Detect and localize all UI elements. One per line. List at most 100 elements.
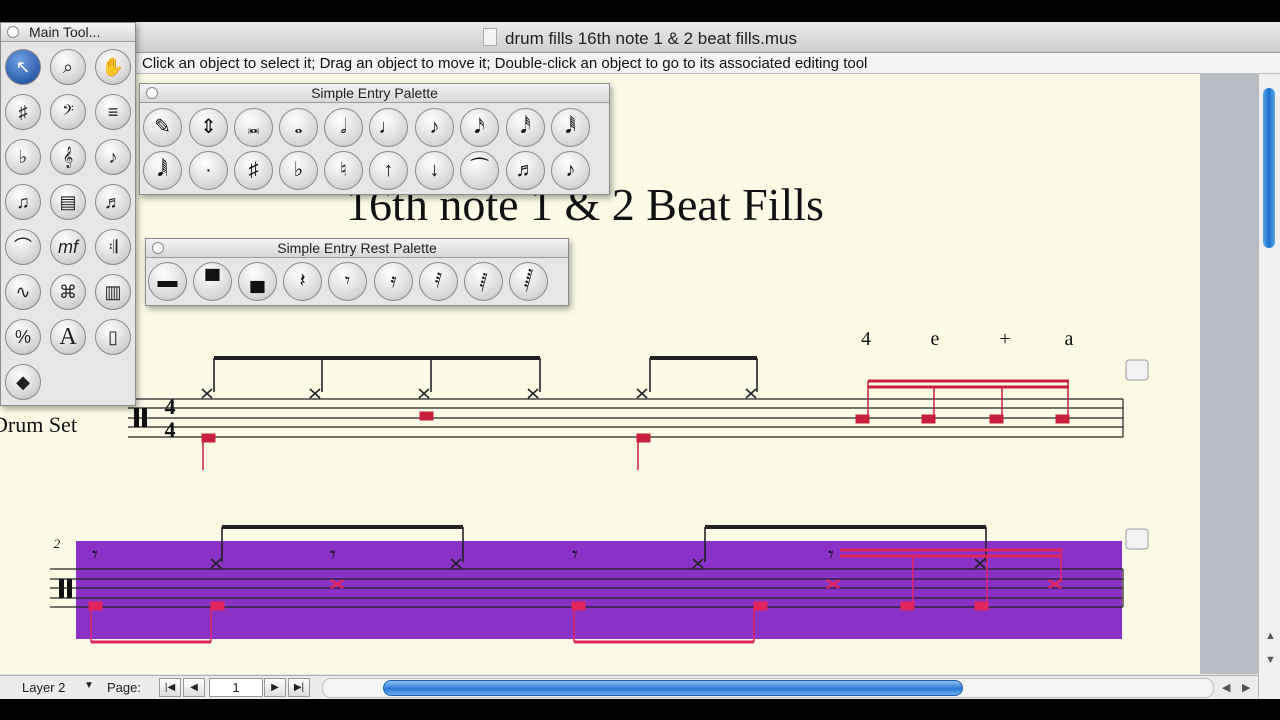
- repeat-tool-icon[interactable]: 𝄇: [95, 229, 131, 265]
- previous-page-button[interactable]: ◀: [183, 678, 205, 697]
- time-signature-top[interactable]: 4: [165, 394, 176, 419]
- instrument-name[interactable]: Drum Set: [0, 412, 77, 437]
- last-page-button[interactable]: ▶|: [288, 678, 310, 697]
- measure-number-tool-icon[interactable]: ▥: [95, 274, 131, 310]
- dot-icon[interactable]: ·: [189, 151, 228, 190]
- selection-tool-icon[interactable]: ↖: [5, 49, 41, 85]
- eighth-rest-icon[interactable]: 𝄾: [328, 262, 367, 301]
- chord-tool-icon[interactable]: ∿: [5, 274, 41, 310]
- staff-tool-icon[interactable]: ≡: [95, 94, 131, 130]
- clef-tool-icon[interactable]: 𝄢: [50, 94, 86, 130]
- simple-entry-palette[interactable]: Simple Entry Palette ✎ ⇕ 𝅜 𝅝 𝅗𝅥 ♩ ♪ 𝅘𝅥𝅯 …: [139, 83, 610, 195]
- scroll-up-arrow-icon[interactable]: ▲: [1265, 630, 1276, 642]
- grace-note-icon[interactable]: ♪: [551, 151, 590, 190]
- thirty-second-note-icon[interactable]: 𝅘𝅥𝅰: [506, 108, 545, 147]
- note-mover-icon[interactable]: ♪: [95, 139, 131, 175]
- horizontal-scroll-thumb[interactable]: [383, 680, 963, 696]
- percent-tool-icon[interactable]: %: [5, 319, 41, 355]
- close-icon[interactable]: [146, 87, 158, 99]
- flip-icon[interactable]: ⇕: [189, 108, 228, 147]
- 128th-note-icon[interactable]: 𝅘𝅥𝅲: [143, 151, 182, 190]
- scroll-down-arrow-icon[interactable]: ▼: [1265, 654, 1276, 666]
- horizontal-scrollbar[interactable]: [322, 678, 1214, 698]
- time-signature-bottom[interactable]: 4: [165, 417, 176, 442]
- main-tool-palette[interactable]: Main Tool... ↖ ⌕ ✋ ♯ 𝄢 ≡ ♭ 𝄞 ♪ ♫ ▤ ♬ ⌒ m…: [0, 22, 136, 406]
- page-label: Page:: [107, 680, 141, 695]
- count-label: a: [1065, 328, 1074, 350]
- measure-handle-icon[interactable]: [1125, 359, 1149, 381]
- thirty-second-rest-icon[interactable]: 𝅀: [419, 262, 458, 301]
- half-step-down-icon[interactable]: ↓: [415, 151, 454, 190]
- scroll-left-arrow-icon[interactable]: ◀: [1222, 681, 1230, 694]
- quarter-note-icon[interactable]: ♩: [369, 108, 408, 147]
- bottom-bar: Layer 2 ▼ Page: |◀ ◀ 1 ▶ ▶| ◀ ▶: [0, 675, 1258, 699]
- time-signature-tool-icon[interactable]: ♭: [5, 139, 41, 175]
- simple-entry-rest-palette[interactable]: Simple Entry Rest Palette ▬ ▀ ▄ 𝄽 𝄾 𝄿 𝅀 …: [145, 238, 569, 306]
- measure-number: 2: [54, 536, 61, 551]
- vertical-scrollbar[interactable]: ▲ ▼: [1258, 74, 1280, 699]
- simple-entry-palette-title: Simple Entry Palette: [311, 85, 438, 101]
- page-layout-tool-icon[interactable]: ▯: [95, 319, 131, 355]
- half-step-up-icon[interactable]: ↑: [369, 151, 408, 190]
- measure-handle-icon[interactable]: [1125, 528, 1149, 550]
- sixteenth-rest-icon[interactable]: 𝄿: [374, 262, 413, 301]
- title-bar[interactable]: drum fills 16th note 1 & 2 beat fills.mu…: [0, 22, 1280, 53]
- main-tools-title: Main Tool...: [29, 24, 101, 40]
- natural-icon[interactable]: ♮: [324, 151, 363, 190]
- tuplet-entry-icon[interactable]: ♬: [506, 151, 545, 190]
- simple-entry-rest-palette-title: Simple Entry Rest Palette: [277, 240, 437, 256]
- double-whole-note-icon[interactable]: 𝅜: [234, 108, 273, 147]
- count-label: e: [931, 328, 940, 350]
- scroll-right-arrow-icon[interactable]: ▶: [1242, 681, 1250, 694]
- message-bar: Click an object to select it; Drag an ob…: [0, 53, 1280, 74]
- quarter-rest-icon[interactable]: 𝄽: [283, 262, 322, 301]
- layer-select[interactable]: Layer 2: [22, 680, 65, 695]
- percussion-clef[interactable]: [59, 579, 64, 598]
- expression-tool-icon[interactable]: mf: [50, 229, 86, 265]
- zoom-tool-icon[interactable]: ⌕: [50, 49, 86, 85]
- articulation-tool-icon[interactable]: ♬: [95, 184, 131, 220]
- staff-system-1[interactable]: 4 4 4 e + a: [128, 328, 1149, 470]
- page-number-input[interactable]: 1: [209, 678, 263, 697]
- sharp-icon[interactable]: ♯: [234, 151, 273, 190]
- close-icon[interactable]: [7, 26, 19, 38]
- first-page-button[interactable]: |◀: [159, 678, 181, 697]
- measure-tool-icon[interactable]: 𝄞: [50, 139, 86, 175]
- resize-tool-icon[interactable]: ▤: [50, 184, 86, 220]
- next-page-button[interactable]: ▶: [264, 678, 286, 697]
- staff-system-2[interactable]: 2 𝄾 𝄾 𝄾 𝄾: [50, 525, 1149, 644]
- half-note-icon[interactable]: 𝅗𝅥: [324, 108, 363, 147]
- half-rest-icon[interactable]: ▄: [238, 262, 277, 301]
- whole-rest-icon[interactable]: ▀: [193, 262, 232, 301]
- tuplet-tool-icon[interactable]: ♫: [5, 184, 41, 220]
- hihat-notes-1[interactable]: [201, 356, 758, 399]
- close-icon[interactable]: [152, 242, 164, 254]
- eighth-note-icon[interactable]: ♪: [415, 108, 454, 147]
- sixteenth-note-icon[interactable]: 𝅘𝅥𝅯: [460, 108, 499, 147]
- text-tool-icon[interactable]: A: [50, 319, 86, 355]
- vertical-scroll-thumb[interactable]: [1263, 88, 1275, 248]
- document-icon: [483, 28, 497, 46]
- percussion-clef[interactable]: [134, 408, 139, 427]
- svg-text:𝄾: 𝄾: [572, 542, 578, 567]
- double-whole-rest-icon[interactable]: ▬: [148, 262, 187, 301]
- svg-text:𝄾: 𝄾: [330, 542, 336, 567]
- lyrics-tool-icon[interactable]: ⌘: [50, 274, 86, 310]
- entry-notes-1[interactable]: [201, 379, 1070, 470]
- tie-icon[interactable]: ⁀: [460, 151, 499, 190]
- eraser-icon[interactable]: ✎: [143, 108, 182, 147]
- sixty-fourth-note-icon[interactable]: 𝅘𝅥𝅱: [551, 108, 590, 147]
- chevron-down-icon[interactable]: ▼: [84, 680, 94, 691]
- special-tools-icon[interactable]: ◆: [5, 364, 41, 400]
- hand-grabber-icon[interactable]: ✋: [95, 49, 131, 85]
- 128th-rest-icon[interactable]: 𝅂: [509, 262, 548, 301]
- smart-shape-icon[interactable]: ⌒: [5, 229, 41, 265]
- svg-text:𝄾: 𝄾: [92, 542, 98, 567]
- whole-note-icon[interactable]: 𝅝: [279, 108, 318, 147]
- flat-icon[interactable]: ♭: [279, 151, 318, 190]
- sixty-fourth-rest-icon[interactable]: 𝅁: [464, 262, 503, 301]
- svg-text:𝄾: 𝄾: [828, 542, 834, 567]
- pasteboard: [1200, 74, 1258, 674]
- key-signature-icon[interactable]: ♯: [5, 94, 41, 130]
- status-hint: Click an object to select it; Drag an ob…: [142, 55, 868, 72]
